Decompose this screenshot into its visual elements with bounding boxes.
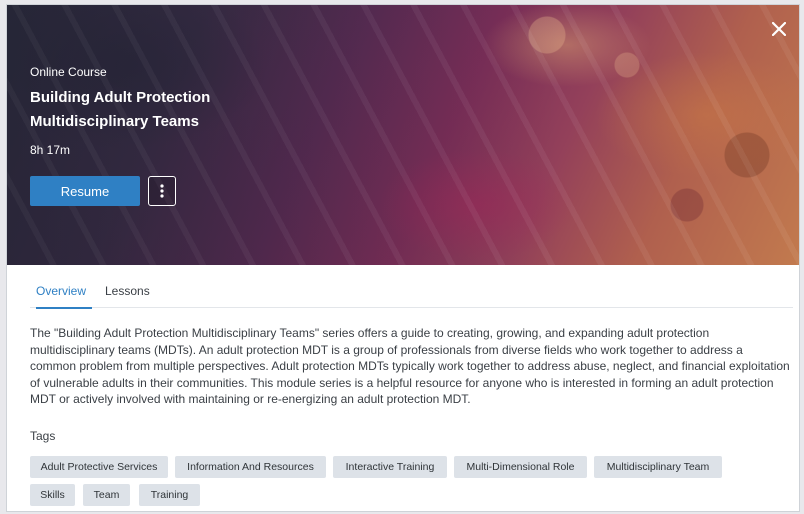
- tab-overview[interactable]: Overview: [36, 280, 92, 309]
- tag-chip[interactable]: Skills: [30, 484, 75, 506]
- tag-chip[interactable]: Training: [139, 484, 200, 506]
- tag-chip[interactable]: Information And Resources: [175, 456, 326, 478]
- resume-button[interactable]: Resume: [30, 176, 140, 206]
- course-detail-modal: Online Course Building Adult Protection …: [6, 4, 800, 512]
- close-icon: [772, 22, 786, 36]
- tag-chip[interactable]: Multi-Dimensional Role: [454, 456, 587, 478]
- course-duration: 8h 17m: [30, 143, 71, 157]
- tag-chip[interactable]: Team: [83, 484, 130, 506]
- tab-lessons[interactable]: Lessons: [105, 280, 155, 308]
- course-description: The "Building Adult Protection Multidisc…: [30, 326, 790, 406]
- course-type-label: Online Course: [30, 65, 107, 79]
- course-hero-banner: Online Course Building Adult Protection …: [7, 5, 799, 265]
- course-tabs: Overview Lessons: [30, 280, 793, 309]
- tags-heading: Tags: [30, 429, 56, 443]
- vertical-ellipsis-icon: [160, 184, 164, 198]
- more-options-button[interactable]: [148, 176, 176, 206]
- close-button[interactable]: [769, 19, 789, 39]
- tag-chip[interactable]: Adult Protective Services: [30, 456, 168, 478]
- course-title: Building Adult Protection Multidisciplin…: [30, 89, 211, 130]
- tag-chip[interactable]: Multidisciplinary Team: [594, 456, 722, 478]
- tag-chip[interactable]: Interactive Training: [333, 456, 447, 478]
